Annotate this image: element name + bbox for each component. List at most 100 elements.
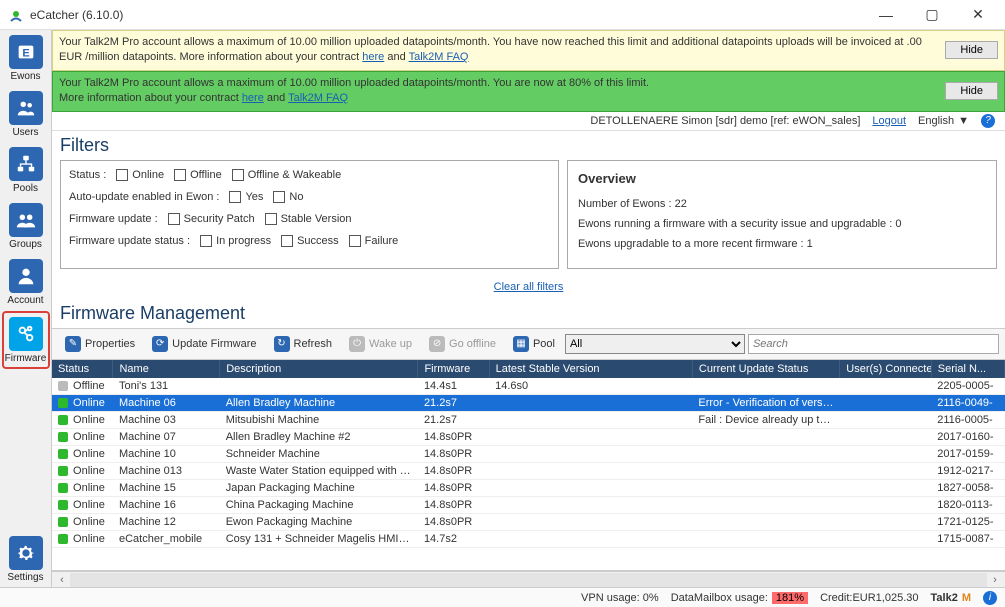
table-row[interactable]: OnlineMachine 06Allen Bradley Machine21.… [52,394,1005,411]
sidebar-label: Firmware [5,353,47,364]
overview-count: Number of Ewons : 22 [578,198,986,210]
properties-button[interactable]: ✎Properties [58,332,142,356]
pool-icon: ▦ [513,336,529,352]
update-firmware-button[interactable]: ⟳Update Firmware [145,332,263,356]
help-icon[interactable]: ? [981,114,995,128]
table-row[interactable]: OnlineMachine 15Japan Packaging Machine1… [52,479,1005,496]
online-status-icon [58,398,68,408]
filter-inprogress[interactable]: In progress [200,235,271,247]
hide-warning-button[interactable]: Hide [945,41,998,59]
column-header[interactable]: Name [113,360,220,378]
window-controls: — ▢ ✕ [863,1,1001,29]
sidebar-item-ewons[interactable]: E Ewons [2,31,50,85]
column-header[interactable]: Serial N... [931,360,1004,378]
filter-success[interactable]: Success [281,235,339,247]
column-header[interactable]: Status [52,360,113,378]
notif-link-here[interactable]: here [242,92,264,104]
overview-upgradable: Ewons upgradable to a more recent firmwa… [578,238,986,250]
notif-link-faq[interactable]: Talk2M FAQ [288,92,348,104]
sidebar-label: Pools [13,183,38,194]
sidebar-label: Settings [7,572,43,583]
users-icon [9,91,43,125]
table-row[interactable]: OnlineMachine 16China Packaging Machine1… [52,496,1005,513]
column-header[interactable]: Latest Stable Version [489,360,692,378]
online-status-icon [58,483,68,493]
overview-security: Ewons running a firmware with a security… [578,218,986,230]
filter-label: Firmware update status : [69,235,190,247]
search-input[interactable] [748,334,999,354]
column-header[interactable]: Description [220,360,418,378]
filter-offline[interactable]: Offline [174,169,222,181]
column-header[interactable]: User(s) Connected [840,360,931,378]
horizontal-scrollbar[interactable]: ‹ › [52,571,1005,587]
scroll-right-icon[interactable]: › [987,573,1003,587]
main-content: Your Talk2M Pro account allows a maximum… [52,30,1005,587]
sidebar-item-users[interactable]: Users [2,87,50,141]
language-dropdown[interactable]: English▼ [918,115,969,127]
column-header[interactable]: Current Update Status [692,360,839,378]
sidebar-item-groups[interactable]: Groups [2,199,50,253]
sidebar-item-pools[interactable]: Pools [2,143,50,197]
notification-warning: Your Talk2M Pro account allows a maximum… [52,30,1005,71]
filter-autoupdate-no[interactable]: No [273,191,303,203]
notification-info: Your Talk2M Pro account allows a maximum… [52,71,1005,112]
notif-link-faq[interactable]: Talk2M FAQ [409,51,469,63]
filters-title: Filters [52,131,1005,160]
ewons-icon: E [9,35,43,69]
table-row[interactable]: OnlineMachine 013Waste Water Station equ… [52,462,1005,479]
minimize-button[interactable]: — [863,1,909,29]
filter-autoupdate-yes[interactable]: Yes [229,191,263,203]
info-icon[interactable]: i [983,591,997,605]
table-row[interactable]: OnlineeCatcher_mobileCosy 131 + Schneide… [52,530,1005,547]
firmware-icon [9,317,43,351]
pool-button[interactable]: ▦Pool [506,332,562,356]
online-status-icon [58,415,68,425]
svg-text:E: E [22,48,29,60]
refresh-button[interactable]: ↻Refresh [267,332,340,356]
titlebar: eCatcher (6.10.0) — ▢ ✕ [0,0,1005,30]
filters-panel: Status : Online Offline Offline & Wakeab… [60,160,559,269]
status-bar: VPN usage: 0% DataMailbox usage: 181% Cr… [0,587,1005,607]
filter-label: Status : [69,169,106,181]
properties-icon: ✎ [65,336,81,352]
online-status-icon [58,466,68,476]
notif-text: Your Talk2M Pro account allows a maximum… [59,36,922,63]
wakeup-icon: ⏻ [349,336,365,352]
logout-link[interactable]: Logout [872,115,906,127]
column-header[interactable]: Firmware [418,360,489,378]
table-row[interactable]: OnlineMachine 03Mitsubishi Machine21.2s7… [52,411,1005,428]
firmware-table[interactable]: StatusNameDescriptionFirmwareLatest Stab… [52,360,1005,571]
user-bar: DETOLLENAERE Simon [sdr] demo [ref: eWON… [52,112,1005,131]
refresh-icon: ↻ [274,336,290,352]
table-row[interactable]: OnlineMachine 12Ewon Packaging Machine14… [52,513,1005,530]
filter-stable-version[interactable]: Stable Version [265,213,352,225]
overview-panel: Overview Number of Ewons : 22 Ewons runn… [567,160,997,269]
clear-filters-link[interactable]: Clear all filters [494,281,564,293]
go-offline-button: ⊘Go offline [422,332,503,356]
vpn-usage: VPN usage: 0% [581,592,659,604]
filter-online[interactable]: Online [116,169,164,181]
hide-info-button[interactable]: Hide [945,82,998,100]
update-icon: ⟳ [152,336,168,352]
filter-security-patch[interactable]: Security Patch [168,213,255,225]
pool-select[interactable]: All [565,334,745,354]
table-row[interactable]: OnlineMachine 10Schneider Machine14.8s0P… [52,445,1005,462]
toolbar: ✎Properties ⟳Update Firmware ↻Refresh ⏻W… [52,328,1005,360]
online-status-icon [58,432,68,442]
gear-icon [9,536,43,570]
table-row[interactable]: OnlineMachine 07Allen Bradley Machine #2… [52,428,1005,445]
close-button[interactable]: ✕ [955,1,1001,29]
filter-failure[interactable]: Failure [349,235,399,247]
table-row[interactable]: OfflineToni's 13114.4s114.6s02205-0005- [52,378,1005,395]
notif-link-here[interactable]: here [362,51,384,63]
app-icon [8,7,24,23]
maximize-button[interactable]: ▢ [909,1,955,29]
online-status-icon [58,449,68,459]
sidebar-item-firmware[interactable]: Firmware [2,311,50,369]
sidebar-item-account[interactable]: Account [2,255,50,309]
fm-title: Firmware Management [52,299,1005,328]
filter-wakeable[interactable]: Offline & Wakeable [232,169,342,181]
sidebar: E Ewons Users Pools Groups Account Firmw… [0,30,52,587]
scroll-left-icon[interactable]: ‹ [54,573,70,587]
sidebar-item-settings[interactable]: Settings [2,532,50,586]
